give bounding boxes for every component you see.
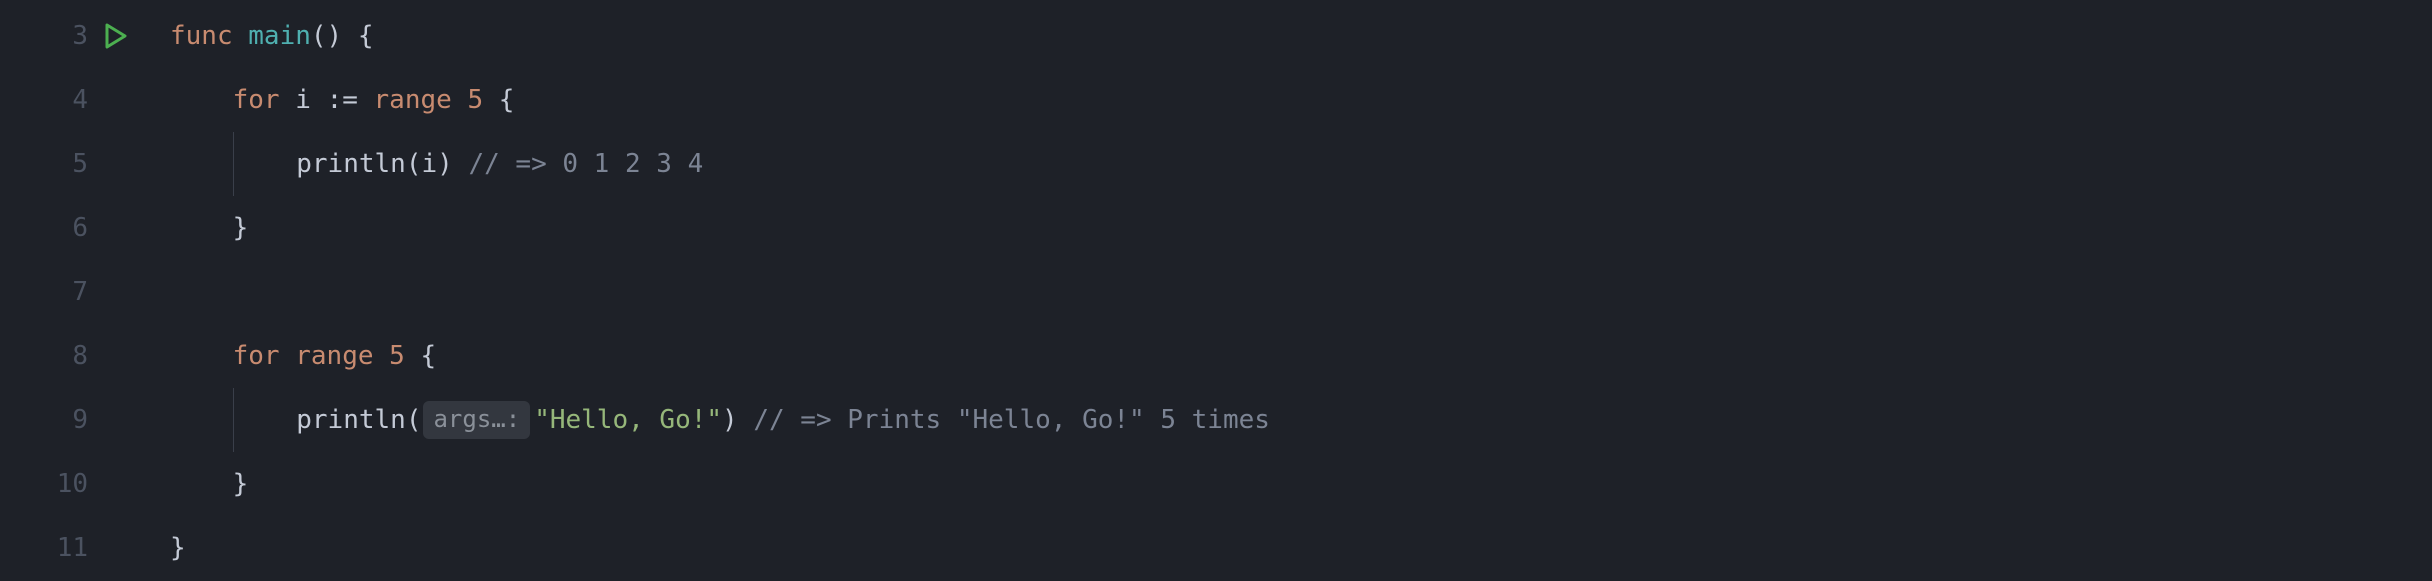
token-text: ) [722, 405, 753, 435]
gutter-row: 5 [0, 132, 100, 196]
line-number: 8 [44, 341, 88, 371]
token-text: } [233, 469, 249, 499]
token-func: main [248, 21, 311, 51]
token-keyword: for [233, 341, 296, 371]
token-ident: println [296, 405, 406, 435]
indent-guide [233, 388, 297, 452]
gutter-row: 8 [0, 324, 100, 388]
line-number: 9 [44, 405, 88, 435]
gutter-row: 9 [0, 388, 100, 452]
token-ident: println [296, 149, 406, 179]
line-number: 5 [44, 149, 88, 179]
token-number: 5 [467, 85, 498, 115]
indent-guide [170, 196, 233, 260]
line-number: 10 [44, 469, 88, 499]
code-line[interactable]: println(args…:"Hello, Go!") // => Prints… [170, 388, 2432, 452]
token-text: } [233, 213, 249, 243]
code-line[interactable]: for range 5 { [170, 324, 2432, 388]
line-number: 3 [44, 21, 88, 51]
token-text: } [170, 533, 186, 563]
gutter-row: 7 [0, 260, 100, 324]
code-editor[interactable]: 34567891011 func main() { for i := range… [0, 0, 2432, 581]
token-text: { [499, 85, 515, 115]
indent-guide [170, 132, 233, 196]
line-number: 11 [44, 533, 88, 563]
token-string: "Hello, Go!" [534, 405, 722, 435]
token-comment: // => Prints "Hello, Go!" 5 times [753, 405, 1270, 435]
token-ident: i [295, 85, 326, 115]
code-line[interactable]: for i := range 5 { [170, 68, 2432, 132]
token-text: ( [406, 149, 422, 179]
gutter-row: 6 [0, 196, 100, 260]
code-line[interactable]: println(i) // => 0 1 2 3 4 [170, 132, 2432, 196]
line-number: 4 [44, 85, 88, 115]
indent-guide [170, 324, 233, 388]
token-keyword: range [295, 341, 389, 371]
code-line[interactable]: } [170, 196, 2432, 260]
code-line[interactable]: } [170, 516, 2432, 580]
indent-guide [170, 452, 233, 516]
token-comment: // => 0 1 2 3 4 [468, 149, 703, 179]
indent-guide [170, 68, 233, 132]
gutter-row: 10 [0, 452, 100, 516]
token-text: { [420, 341, 436, 371]
token-text: ) [437, 149, 468, 179]
gutter-row: 11 [0, 516, 100, 580]
indent-guide [233, 132, 297, 196]
gutter: 3 4 5 6 7 8 9 10 11 [0, 0, 100, 581]
code-line[interactable]: func main() { [170, 4, 2432, 68]
token-ident: i [421, 149, 437, 179]
token-text: () { [311, 21, 374, 51]
code-area[interactable]: func main() { for i := range 5 { println… [100, 0, 2432, 581]
token-number: 5 [389, 341, 420, 371]
token-keyword: range [374, 85, 468, 115]
line-number: 6 [44, 213, 88, 243]
inlay-hint: args…: [423, 401, 530, 439]
gutter-row: 4 [0, 68, 100, 132]
token-op: := [327, 85, 374, 115]
indent-guide [170, 388, 233, 452]
run-icon[interactable] [102, 22, 130, 50]
code-line[interactable] [170, 260, 2432, 324]
line-number: 7 [44, 277, 88, 307]
code-line[interactable]: } [170, 452, 2432, 516]
token-keyword: for [233, 85, 296, 115]
gutter-row: 3 [0, 4, 100, 68]
token-text: ( [406, 405, 422, 435]
token-keyword: func [170, 21, 248, 51]
